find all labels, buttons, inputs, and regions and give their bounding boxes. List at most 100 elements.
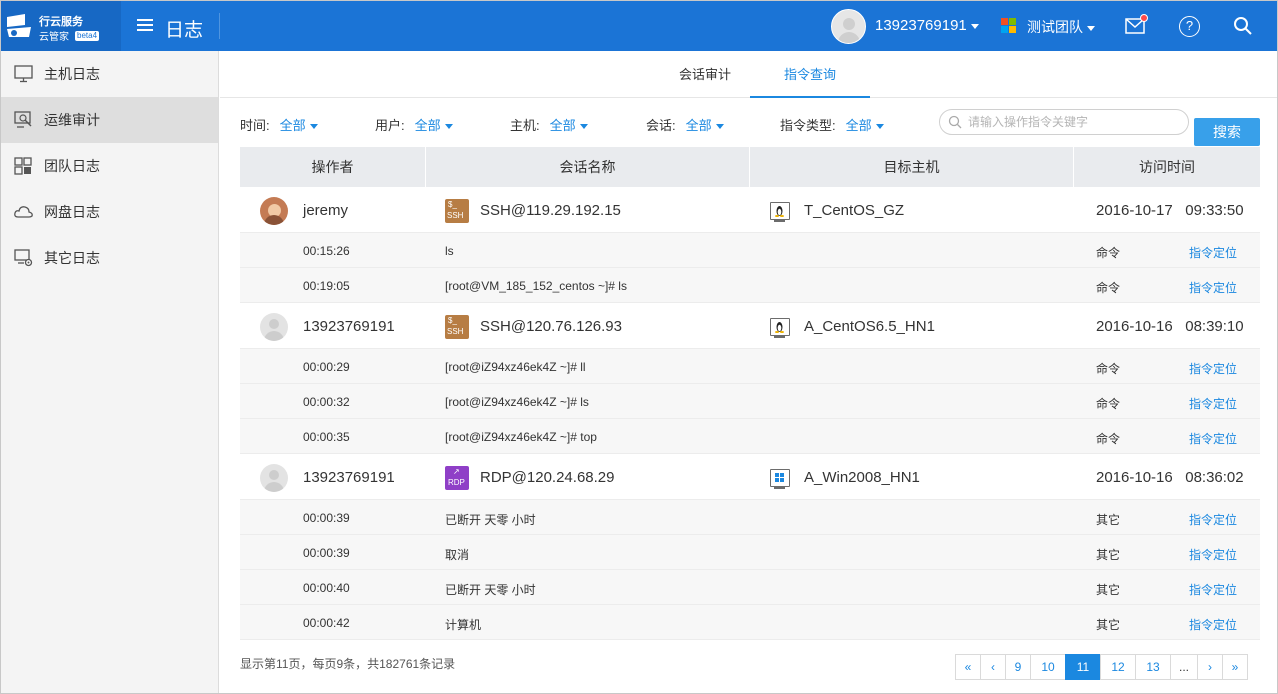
filter-user-dropdown[interactable]: 全部 bbox=[415, 118, 453, 133]
filter-label: 时间: bbox=[240, 118, 270, 133]
session-row[interactable]: 13923769191 $_ SSH SSH@120.76.126.93 A_Ce… bbox=[240, 303, 1260, 349]
command-type: 命令 bbox=[1096, 362, 1121, 376]
command-text: 计算机 bbox=[445, 618, 482, 632]
next-page-button[interactable]: › bbox=[1197, 654, 1224, 680]
command-search-input[interactable] bbox=[968, 114, 1178, 130]
tab-session-audit[interactable]: 会话审计 bbox=[650, 51, 760, 98]
current-page-button[interactable]: 11 bbox=[1065, 654, 1101, 680]
filter-label: 用户: bbox=[375, 118, 405, 133]
filter-command-type-dropdown[interactable]: 全部 bbox=[846, 118, 884, 133]
command-time: 00:00:39 bbox=[303, 546, 350, 560]
filter-session: 会话: 全部 bbox=[646, 115, 724, 134]
cloud-icon bbox=[14, 206, 33, 218]
command-text: 已断开 天零 小时 bbox=[445, 583, 536, 597]
user-avatar[interactable] bbox=[831, 9, 866, 44]
chevron-down-icon bbox=[444, 124, 453, 130]
command-row: 00:15:26 ls 命令 指令定位 bbox=[240, 233, 1260, 268]
session-name: SSH@119.29.192.15 bbox=[480, 202, 621, 219]
pagination: « ‹ 9 10 11 12 13 ... › » bbox=[955, 654, 1249, 680]
search-icon[interactable] bbox=[1233, 16, 1253, 36]
locate-command-link[interactable]: 指令定位 bbox=[1189, 616, 1237, 633]
command-row: 00:00:35 [root@iZ94xz46ek4Z ~]# top 命令 指… bbox=[240, 419, 1260, 454]
filter-host-dropdown[interactable]: 全部 bbox=[550, 118, 588, 133]
grid-icon bbox=[14, 157, 32, 175]
sidebar-item-disk-log[interactable]: 网盘日志 bbox=[1, 189, 218, 235]
command-text: 已断开 天零 小时 bbox=[445, 513, 536, 527]
command-type: 其它 bbox=[1096, 548, 1121, 562]
user-menu[interactable]: 13923769191 bbox=[875, 17, 979, 34]
sidebar-item-other-log[interactable]: 其它日志 bbox=[1, 235, 218, 281]
command-type: 其它 bbox=[1096, 583, 1121, 597]
locate-command-link[interactable]: 指令定位 bbox=[1189, 395, 1237, 412]
sidebar-item-host-log[interactable]: 主机日志 bbox=[1, 51, 218, 97]
host-name: T_CentOS_GZ bbox=[804, 202, 905, 219]
filter-command-type: 指令类型: 全部 bbox=[780, 115, 884, 134]
page-button[interactable]: 9 bbox=[1005, 654, 1031, 680]
chevron-down-icon bbox=[309, 124, 318, 130]
locate-command-link[interactable]: 指令定位 bbox=[1189, 581, 1237, 598]
filter-session-dropdown[interactable]: 全部 bbox=[686, 118, 724, 133]
command-type: 命令 bbox=[1096, 246, 1121, 260]
first-page-button[interactable]: « bbox=[955, 654, 981, 680]
last-page-button[interactable]: » bbox=[1222, 654, 1249, 680]
session-row[interactable]: jeremy $_ SSH SSH@119.29.192.15 T_CentOS_… bbox=[240, 187, 1260, 233]
locate-command-link[interactable]: 指令定位 bbox=[1189, 511, 1237, 528]
filter-value: 全部 bbox=[549, 118, 576, 133]
column-header-host: 目标主机 bbox=[750, 147, 1074, 187]
filter-label: 主机: bbox=[510, 118, 540, 133]
command-time: 00:00:40 bbox=[303, 581, 350, 595]
page-button[interactable]: 13 bbox=[1135, 654, 1171, 680]
avatar bbox=[260, 197, 288, 225]
page-button[interactable]: 12 bbox=[1100, 654, 1136, 680]
tab-command-query[interactable]: 指令查询 bbox=[750, 51, 870, 98]
search-icon bbox=[948, 115, 962, 129]
divider bbox=[219, 13, 220, 39]
page-title: 日志 bbox=[165, 20, 204, 41]
prev-page-button[interactable]: ‹ bbox=[980, 654, 1006, 680]
search-button[interactable]: 搜索 bbox=[1194, 118, 1260, 146]
command-type: 其它 bbox=[1096, 513, 1121, 527]
visit-time: 2016-10-16 08:39:10 bbox=[1096, 318, 1244, 335]
linux-host-icon bbox=[770, 202, 790, 222]
command-time: 00:19:05 bbox=[303, 279, 350, 293]
sidebar-item-label: 其它日志 bbox=[44, 250, 100, 266]
filter-time-dropdown[interactable]: 全部 bbox=[280, 118, 318, 133]
sidebar-item-label: 主机日志 bbox=[44, 66, 100, 82]
sidebar-item-label: 运维审计 bbox=[44, 112, 100, 128]
locate-command-link[interactable]: 指令定位 bbox=[1189, 546, 1237, 563]
help-icon[interactable]: ? bbox=[1179, 16, 1200, 37]
filter-value: 全部 bbox=[279, 118, 306, 133]
session-name: SSH@120.76.126.93 bbox=[480, 318, 622, 335]
table-header: 操作者 会话名称 目标主机 访问时间 bbox=[240, 147, 1260, 187]
user-name: 13923769191 bbox=[875, 17, 967, 34]
locate-command-link[interactable]: 指令定位 bbox=[1189, 279, 1237, 296]
menu-toggle-icon[interactable] bbox=[137, 16, 157, 36]
locate-command-link[interactable]: 指令定位 bbox=[1189, 244, 1237, 261]
command-text: [root@iZ94xz46ek4Z ~]# ll bbox=[445, 360, 586, 374]
command-time: 00:00:29 bbox=[303, 360, 350, 374]
session-row[interactable]: 13923769191 ↗ RDP RDP@120.24.68.29 A_Win2… bbox=[240, 454, 1260, 500]
operator-name: 13923769191 bbox=[303, 318, 395, 335]
locate-command-link[interactable]: 指令定位 bbox=[1189, 360, 1237, 377]
logo[interactable]: 行云服务 云管家 beta4 bbox=[1, 1, 121, 51]
rdp-icon: ↗ RDP bbox=[445, 466, 469, 490]
page-ellipsis: ... bbox=[1170, 654, 1199, 680]
visit-time: 2016-10-17 09:33:50 bbox=[1096, 202, 1244, 219]
ssh-icon: $_ SSH bbox=[445, 199, 469, 223]
command-row: 00:00:42 计算机 其它 指令定位 bbox=[240, 605, 1260, 640]
chevron-down-icon bbox=[579, 124, 588, 130]
sidebar-item-team-log[interactable]: 团队日志 bbox=[1, 143, 218, 189]
command-row: 00:00:39 已断开 天零 小时 其它 指令定位 bbox=[240, 500, 1260, 535]
filter-value: 全部 bbox=[414, 118, 441, 133]
filter-user: 用户: 全部 bbox=[375, 115, 453, 134]
chevron-down-icon bbox=[875, 124, 884, 130]
command-time: 00:00:42 bbox=[303, 616, 350, 630]
team-menu[interactable]: 测试团队 bbox=[1027, 17, 1095, 37]
search-box bbox=[939, 109, 1189, 135]
command-text: ls bbox=[445, 244, 454, 258]
sidebar-item-ops-audit[interactable]: 运维审计 bbox=[1, 97, 218, 143]
page-button[interactable]: 10 bbox=[1030, 654, 1066, 680]
command-type: 命令 bbox=[1096, 432, 1121, 446]
locate-command-link[interactable]: 指令定位 bbox=[1189, 430, 1237, 447]
command-time: 00:00:35 bbox=[303, 430, 350, 444]
